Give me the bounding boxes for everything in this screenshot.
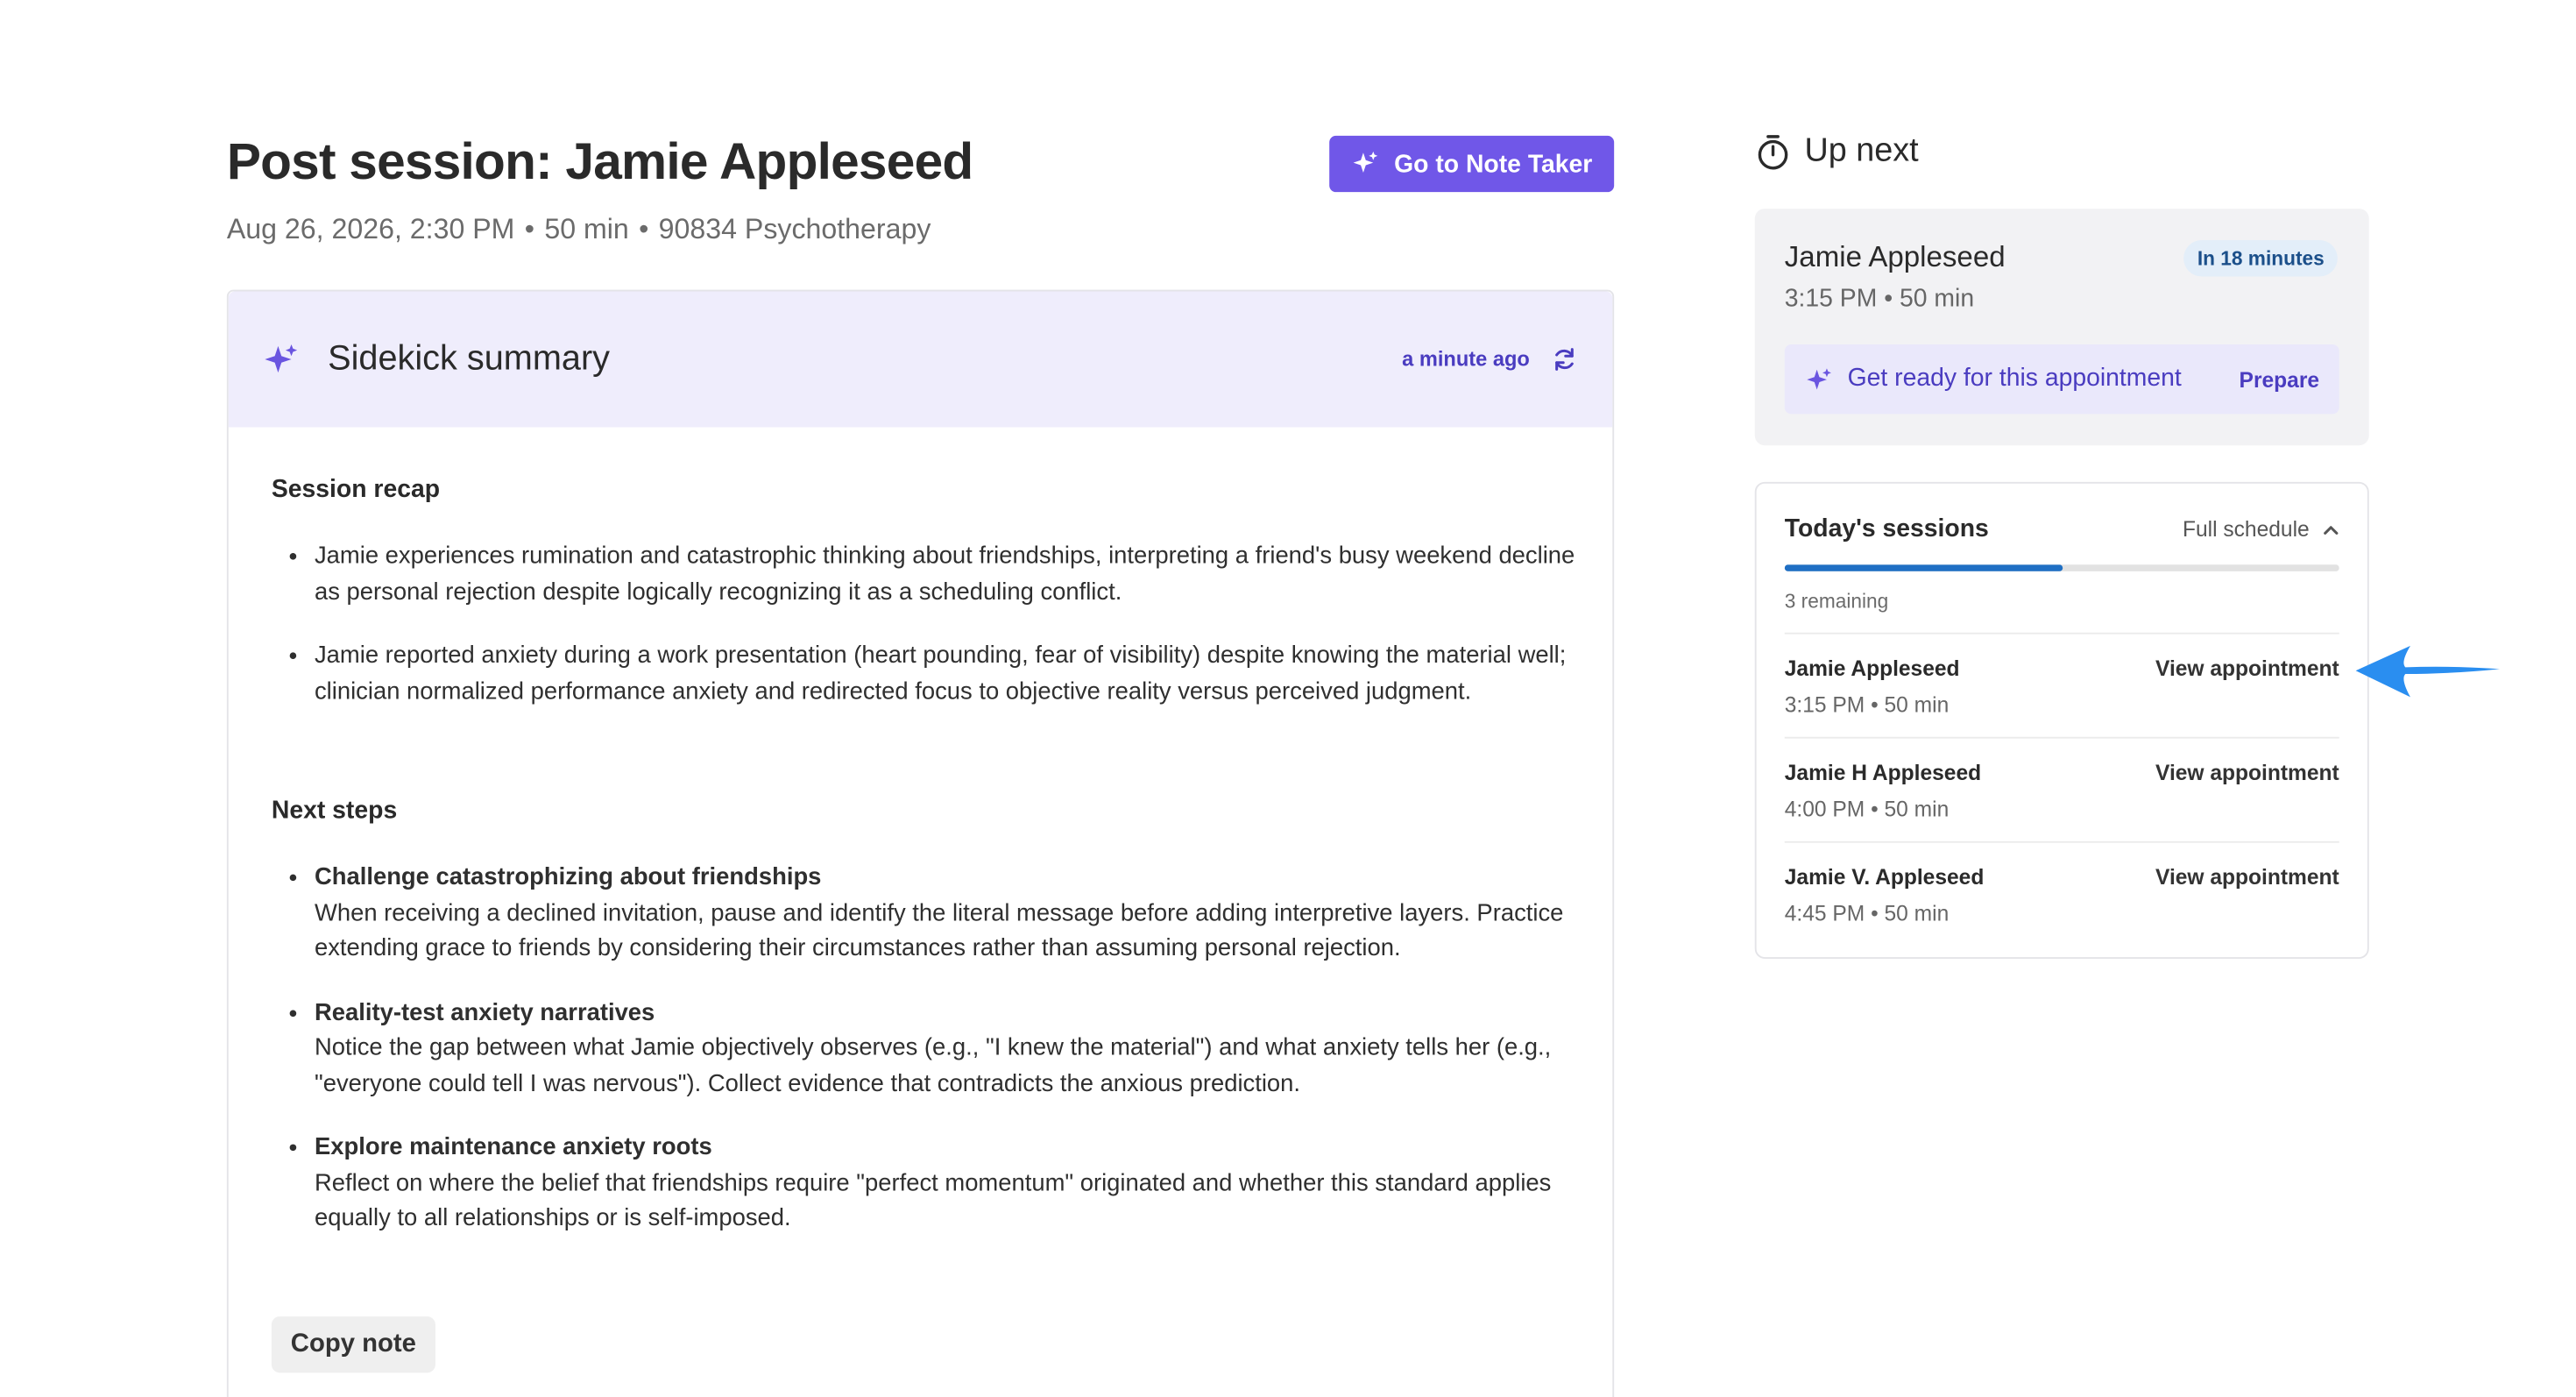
session-recap-heading: Session recap — [271, 475, 441, 504]
copy-note-button[interactable]: Copy note — [271, 1316, 435, 1373]
list-item: Jamie experiences rumination and catastr… — [315, 540, 1589, 611]
full-schedule-toggle[interactable]: Full schedule — [2182, 516, 2339, 542]
session-time: 4:00 PM • 50 min — [1784, 796, 1950, 822]
session-recap-list: Jamie experiences rumination and catastr… — [315, 540, 1589, 739]
page-title: Post session: Jamie Appleseed — [226, 132, 973, 191]
view-appointment-link[interactable]: View appointment — [2155, 760, 2339, 784]
prepare-text: Get ready for this appointment — [1847, 364, 2182, 393]
next-step-body: Notice the gap between what Jamie object… — [314, 1034, 1552, 1097]
session-client-name: Jamie V. Appleseed — [1784, 864, 1985, 890]
up-next-card: Jamie Appleseed 3:15 PM • 50 min In 18 m… — [1754, 209, 2369, 446]
up-next-client-name: Jamie Appleseed — [1784, 239, 2006, 273]
next-step-title: Reality-test anxiety narratives — [314, 999, 655, 1026]
stopwatch-icon — [1758, 134, 1788, 169]
up-next-title: Up next — [1804, 132, 1919, 169]
sessions-progress-bar — [1784, 564, 2339, 571]
note-taker-label: Go to Note Taker — [1394, 149, 1593, 179]
next-step-body: When receiving a declined invitation, pa… — [314, 899, 1564, 962]
session-time: 4:45 PM • 50 min — [1784, 900, 1950, 926]
session-row: Jamie Appleseed 3:15 PM • 50 min View ap… — [1784, 632, 2339, 737]
annotation-arrow-icon — [2355, 645, 2500, 698]
prepare-banner: Get ready for this appointment Prepare — [1784, 344, 2339, 415]
chevron-up-icon — [2324, 525, 2339, 534]
summary-header: Sidekick summary a minute ago — [228, 291, 1613, 428]
next-step-body: Reflect on where the belief that friends… — [314, 1169, 1552, 1232]
next-steps-heading: Next steps — [271, 796, 398, 825]
session-client-name: Jamie Appleseed — [1784, 656, 1960, 681]
prepare-link[interactable]: Prepare — [2240, 367, 2319, 392]
sparkle-icon — [265, 344, 298, 373]
next-step-title: Explore maintenance anxiety roots — [314, 1134, 712, 1161]
summary-updated-time: a minute ago — [1402, 347, 1530, 372]
sparkle-icon — [1807, 368, 1831, 390]
session-client-name: Jamie H Appleseed — [1784, 760, 1982, 785]
up-next-time: 3:15 PM • 50 min — [1784, 284, 1975, 314]
refresh-icon[interactable] — [1551, 346, 1577, 372]
session-code: 90834 Psychotherapy — [658, 213, 931, 245]
go-to-note-taker-button[interactable]: Go to Note Taker — [1329, 135, 1615, 193]
list-item: Explore maintenance anxiety roots Reflec… — [315, 1131, 1589, 1237]
view-appointment-link[interactable]: View appointment — [2155, 864, 2339, 889]
session-row: Jamie V. Appleseed 4:45 PM • 50 min View… — [1784, 840, 2339, 946]
next-steps-list: Challenge catastrophizing about friendsh… — [315, 861, 1589, 1266]
sessions-title: Today's sessions — [1784, 514, 1989, 543]
sparkle-icon — [1353, 151, 1378, 173]
remaining-count: 3 remaining — [1784, 589, 1889, 613]
session-duration: 50 min — [544, 213, 629, 245]
sidekick-summary-card: Sidekick summary a minute ago Session re… — [226, 289, 1615, 1397]
list-item: Jamie reported anxiety during a work pre… — [315, 639, 1589, 710]
next-step-title: Challenge catastrophizing about friendsh… — [314, 864, 822, 891]
progress-fill — [1784, 564, 2063, 571]
list-item: Challenge catastrophizing about friendsh… — [315, 861, 1589, 968]
full-schedule-label: Full schedule — [2182, 516, 2310, 542]
summary-title: Sidekick summary — [328, 339, 611, 378]
list-item: Reality-test anxiety narratives Notice t… — [315, 996, 1589, 1103]
time-until-badge: In 18 minutes — [2183, 239, 2338, 277]
up-next-heading: Up next — [1757, 132, 1919, 170]
todays-sessions-card: Today's sessions Full schedule 3 remaini… — [1754, 481, 2369, 959]
session-meta: Aug 26, 2026, 2:30 PM • 50 min • 90834 Psych… — [226, 213, 931, 245]
session-datetime: Aug 26, 2026, 2:30 PM — [226, 213, 515, 245]
session-time: 3:15 PM • 50 min — [1784, 691, 1950, 718]
session-row: Jamie H Appleseed 4:00 PM • 50 min View … — [1784, 736, 2339, 841]
view-appointment-link[interactable]: View appointment — [2155, 656, 2339, 680]
